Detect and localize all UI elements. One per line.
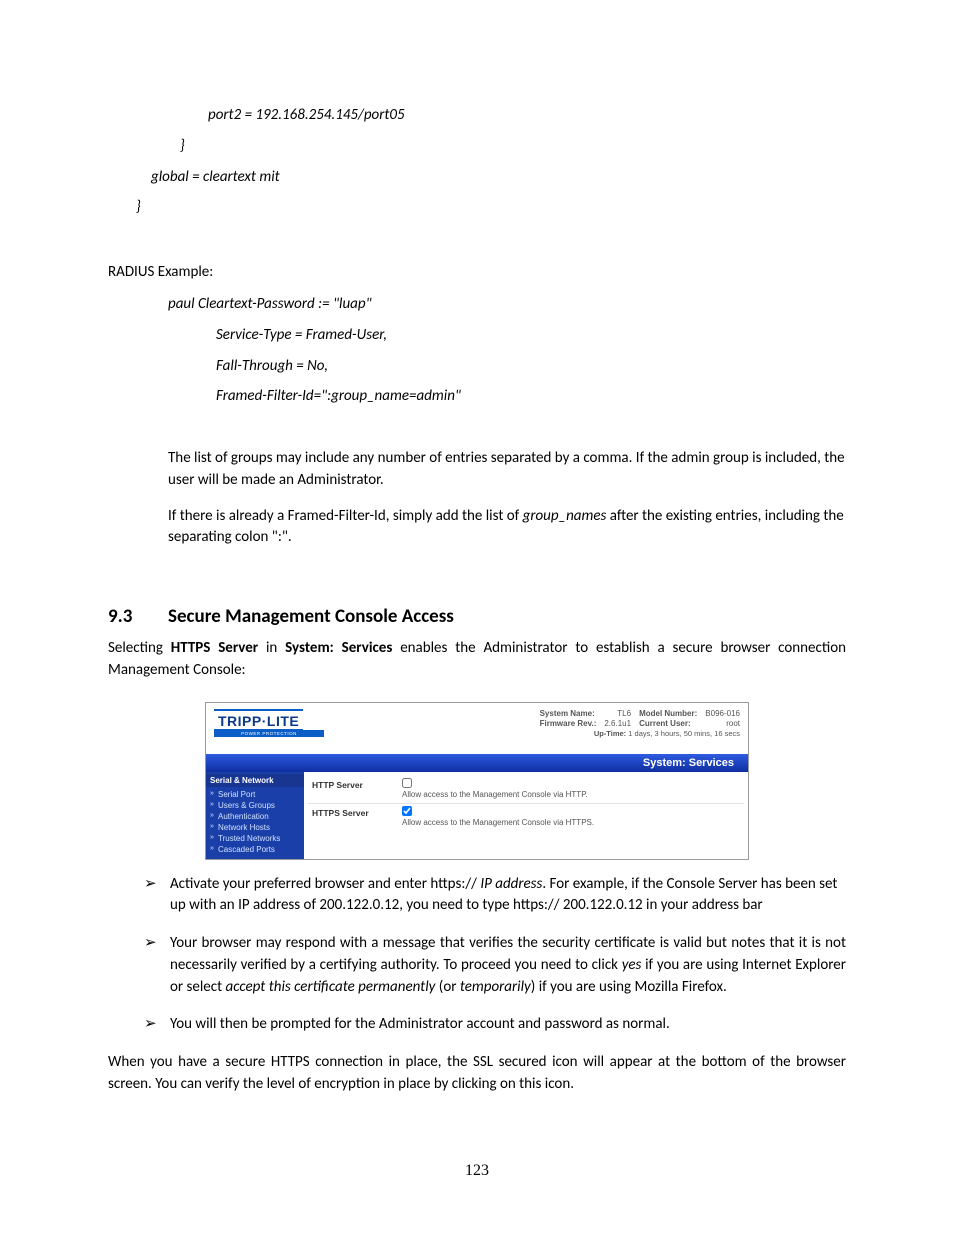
current-user-value: root — [705, 719, 740, 728]
code-line: Fall-Through = No, — [168, 351, 846, 382]
https-server-label: HTTPS Server — [308, 806, 392, 827]
paragraph-framed-filter: If there is already a Framed-Filter-Id, … — [168, 506, 846, 550]
title-bar: System: Services — [206, 754, 748, 772]
screenshot-system-services: TRIPP·LITE POWER PROTECTION System Name:… — [205, 702, 749, 860]
code-block-radius: paul Cleartext-Password := "luap" Servic… — [168, 289, 846, 412]
arrow-icon: ➢ — [144, 874, 170, 918]
code-line: } — [136, 192, 846, 223]
section-heading: 9.3Secure Management Console Access — [108, 605, 846, 628]
http-server-label: HTTP Server — [308, 778, 392, 799]
https-server-row: HTTPS Server Allow access to the Managem… — [308, 804, 744, 831]
firmware-value: 2.6.1u1 — [604, 719, 631, 728]
firmware-label: Firmware Rev.: — [540, 719, 597, 728]
bullet-item: ➢ Your browser may respond with a messag… — [144, 933, 846, 998]
code-line: global = cleartext mit — [136, 162, 846, 193]
arrow-icon: ➢ — [144, 933, 170, 998]
paragraph-selecting: Selecting HTTPS Server in System: Servic… — [108, 638, 846, 682]
radius-example-label: RADIUS Example: — [108, 263, 846, 281]
sidebar-item-network-hosts[interactable]: Network Hosts — [210, 822, 304, 833]
paragraph-groups: The list of groups may include any numbe… — [168, 448, 846, 492]
sidebar-item-cascaded-ports[interactable]: Cascaded Ports — [210, 844, 304, 855]
code-line: paul Cleartext-Password := "luap" — [168, 289, 846, 320]
code-line: } — [136, 131, 846, 162]
system-info: System Name: TL6 Model Number: B096-016 … — [540, 709, 740, 738]
http-server-desc: Allow access to the Management Console v… — [402, 790, 588, 799]
logo: TRIPP·LITE POWER PROTECTION — [214, 709, 324, 738]
section-title: Secure Management Console Access — [168, 605, 454, 628]
sidebar-list: Serial Port Users & Groups Authenticatio… — [206, 787, 304, 855]
sidebar-header: Serial & Network — [206, 774, 304, 787]
bullet-item: ➢ You will then be prompted for the Admi… — [144, 1014, 846, 1036]
system-name-label: System Name: — [540, 709, 597, 718]
bullet-item: ➢ Activate your preferred browser and en… — [144, 874, 846, 918]
bullet-list: ➢ Activate your preferred browser and en… — [144, 874, 846, 1037]
code-line: port2 = 192.168.254.145/port05 — [136, 100, 846, 131]
sidebar-item-serial-port[interactable]: Serial Port — [210, 789, 304, 800]
sidebar: Serial & Network Serial Port Users & Gro… — [206, 772, 304, 859]
sidebar-item-users-groups[interactable]: Users & Groups — [210, 800, 304, 811]
https-server-checkbox[interactable] — [402, 806, 412, 816]
code-line: Service-Type = Framed-User, — [168, 320, 846, 351]
https-server-desc: Allow access to the Management Console v… — [402, 818, 594, 827]
sidebar-item-authentication[interactable]: Authentication — [210, 811, 304, 822]
arrow-icon: ➢ — [144, 1014, 170, 1036]
system-name-value: TL6 — [604, 709, 631, 718]
logo-text: TRIPP·LITE — [214, 709, 303, 731]
section-number: 9.3 — [108, 605, 168, 628]
main-panel: HTTP Server Allow access to the Manageme… — [304, 772, 748, 859]
code-block-tacacs: port2 = 192.168.254.145/port05 } global … — [136, 100, 846, 223]
http-server-checkbox[interactable] — [402, 778, 412, 788]
current-user-label: Current User: — [639, 719, 697, 728]
model-number-label: Model Number: — [639, 709, 697, 718]
paragraph-closing: When you have a secure HTTPS connection … — [108, 1052, 846, 1096]
sidebar-item-trusted-networks[interactable]: Trusted Networks — [210, 833, 304, 844]
page-number: 123 — [0, 1162, 954, 1180]
model-number-value: B096-016 — [705, 709, 740, 718]
logo-subtext: POWER PROTECTION — [214, 730, 324, 737]
http-server-row: HTTP Server Allow access to the Manageme… — [308, 776, 744, 804]
code-line: Framed-Filter-Id=":group_name=admin" — [168, 381, 846, 412]
uptime: Up-Time: 1 days, 3 hours, 50 mins, 16 se… — [540, 729, 740, 738]
